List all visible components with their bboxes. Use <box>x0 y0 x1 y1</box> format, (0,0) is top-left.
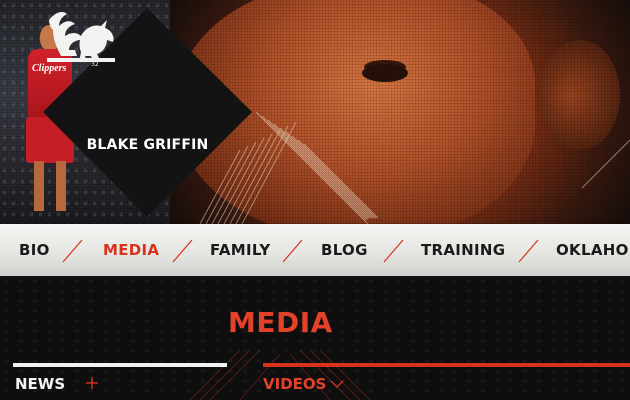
news-section-header[interactable]: NEWS <box>15 375 65 393</box>
nav-item-bio[interactable]: BIO <box>19 241 50 259</box>
nav-separator <box>383 239 404 263</box>
nav-separator <box>62 239 83 263</box>
nav-separator <box>282 239 303 263</box>
logo-name: BLAKE GRIFFIN <box>86 137 209 153</box>
hero-banner: Clippers 32 BLAKE GRIFFIN <box>0 0 630 224</box>
site-logo[interactable]: 32 BLAKE GRIFFIN <box>41 6 254 219</box>
page-title: MEDIA <box>228 306 333 339</box>
nav-separator <box>172 239 193 263</box>
media-section: MEDIA NEWS VIDEOS <box>0 276 630 400</box>
nav-separator <box>518 239 539 263</box>
nav-item-media[interactable]: MEDIA <box>103 241 159 259</box>
main-nav: BIO MEDIA FAMILY BLOG TRAINING OKLAHOMA <box>0 224 630 276</box>
videos-section-header[interactable]: VIDEOS <box>263 375 326 393</box>
nav-item-training[interactable]: TRAINING <box>421 241 505 259</box>
nav-item-family[interactable]: FAMILY <box>210 241 271 259</box>
news-section-bar <box>13 363 227 367</box>
logo-emblem-number: 32 <box>91 61 99 68</box>
nav-item-blog[interactable]: BLOG <box>321 241 368 259</box>
plus-icon[interactable] <box>85 376 99 390</box>
chevron-down-icon[interactable] <box>330 379 344 389</box>
nav-item-oklahoma[interactable]: OKLAHOMA <box>556 241 630 259</box>
griffin-icon: 32 <box>47 12 115 68</box>
videos-section-bar <box>263 363 630 367</box>
